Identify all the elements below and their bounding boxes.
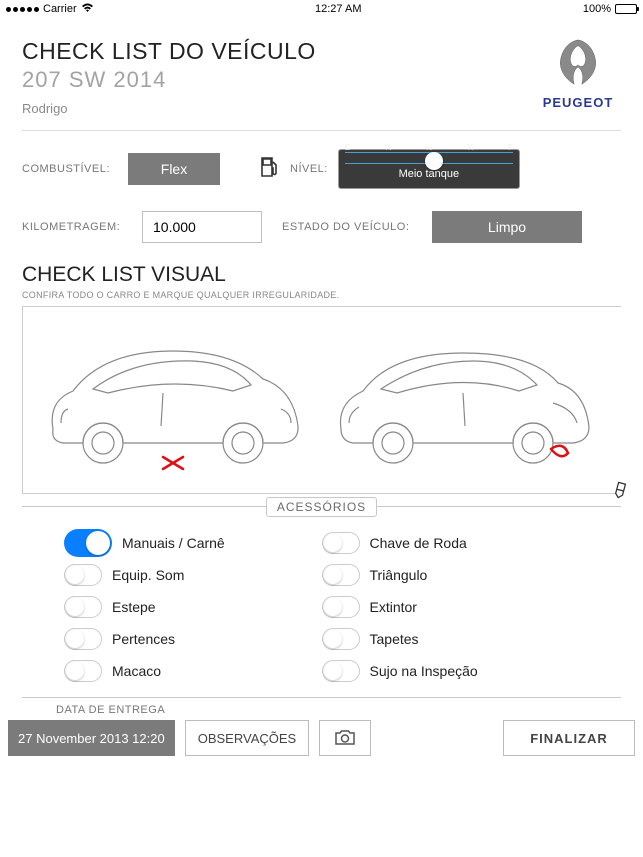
brand-logo: PEUGEOT xyxy=(535,38,621,110)
page-title: CHECK LIST DO VEÍCULO xyxy=(22,38,535,65)
acc-label: Sujo na Inspeção xyxy=(370,663,478,679)
acc-label: Estepe xyxy=(112,599,156,615)
battery-percent: 100% xyxy=(583,3,611,15)
fuel-type-button[interactable]: Flex xyxy=(128,153,220,185)
signal-icon xyxy=(6,7,39,12)
fuel-level-text: Meio tanque xyxy=(345,168,513,180)
accessories-header: ACESSÓRIOS xyxy=(22,506,621,527)
toggle-chave-roda[interactable] xyxy=(322,532,360,554)
car-front-view xyxy=(323,331,603,471)
acc-label: Macaco xyxy=(112,663,161,679)
wifi-icon xyxy=(81,3,94,16)
acc-label: Manuais / Carnê xyxy=(122,535,225,551)
car-rear-view xyxy=(33,331,313,471)
acc-label: Pertences xyxy=(112,631,175,647)
fuel-gauge[interactable]: E ¼ ½ ¾ F Meio tanque xyxy=(338,149,520,189)
observations-button[interactable]: OBSERVAÇÕES xyxy=(185,720,310,756)
eraser-icon[interactable] xyxy=(606,473,636,505)
toggle-tapetes[interactable] xyxy=(322,628,360,650)
visual-title: CHECK LIST VISUAL xyxy=(22,263,621,287)
km-input[interactable] xyxy=(142,211,262,243)
divider xyxy=(22,130,621,131)
accessories-title: ACESSÓRIOS xyxy=(266,497,377,517)
carrier-label: Carrier xyxy=(43,3,77,15)
toggle-manuais[interactable] xyxy=(64,529,112,557)
fuel-pump-icon xyxy=(260,156,280,183)
toggle-triangulo[interactable] xyxy=(322,564,360,586)
camera-button[interactable] xyxy=(319,720,371,756)
entrega-label: DATA DE ENTREGA xyxy=(56,704,621,716)
status-bar: Carrier 12:27 AM 100% xyxy=(0,0,643,18)
estado-button[interactable]: Limpo xyxy=(432,211,582,243)
acc-label: Tapetes xyxy=(370,631,419,647)
date-button[interactable]: 27 November 2013 12:20 xyxy=(8,720,175,756)
acc-label: Extintor xyxy=(370,599,417,615)
toggle-extintor[interactable] xyxy=(322,596,360,618)
divider xyxy=(22,697,621,698)
battery-icon xyxy=(615,4,637,14)
acc-label: Chave de Roda xyxy=(370,535,467,551)
toggle-som[interactable] xyxy=(64,564,102,586)
fuel-level-label: NÍVEL: xyxy=(290,163,328,175)
toggle-estepe[interactable] xyxy=(64,596,102,618)
owner-name: Rodrigo xyxy=(22,101,535,116)
visual-subtitle: CONFIRA TODO O CARRO E MARQUE QUALQUER I… xyxy=(22,290,621,300)
estado-label: ESTADO DO VEÍCULO: xyxy=(282,221,422,233)
toggle-pertences[interactable] xyxy=(64,628,102,650)
acc-label: Triângulo xyxy=(370,567,428,583)
finalize-button[interactable]: FINALIZAR xyxy=(503,720,635,756)
acc-label: Equip. Som xyxy=(112,567,184,583)
toggle-macaco[interactable] xyxy=(64,660,102,682)
vehicle-model: 207 SW 2014 xyxy=(22,67,535,93)
toggle-sujo[interactable] xyxy=(322,660,360,682)
car-diagram-canvas[interactable] xyxy=(22,306,621,494)
brand-name: PEUGEOT xyxy=(535,95,621,110)
km-label: KILOMETRAGEM: xyxy=(22,221,132,233)
status-time: 12:27 AM xyxy=(315,3,361,15)
fuel-label: COMBUSTÍVEL: xyxy=(22,163,118,175)
camera-icon xyxy=(334,730,356,746)
